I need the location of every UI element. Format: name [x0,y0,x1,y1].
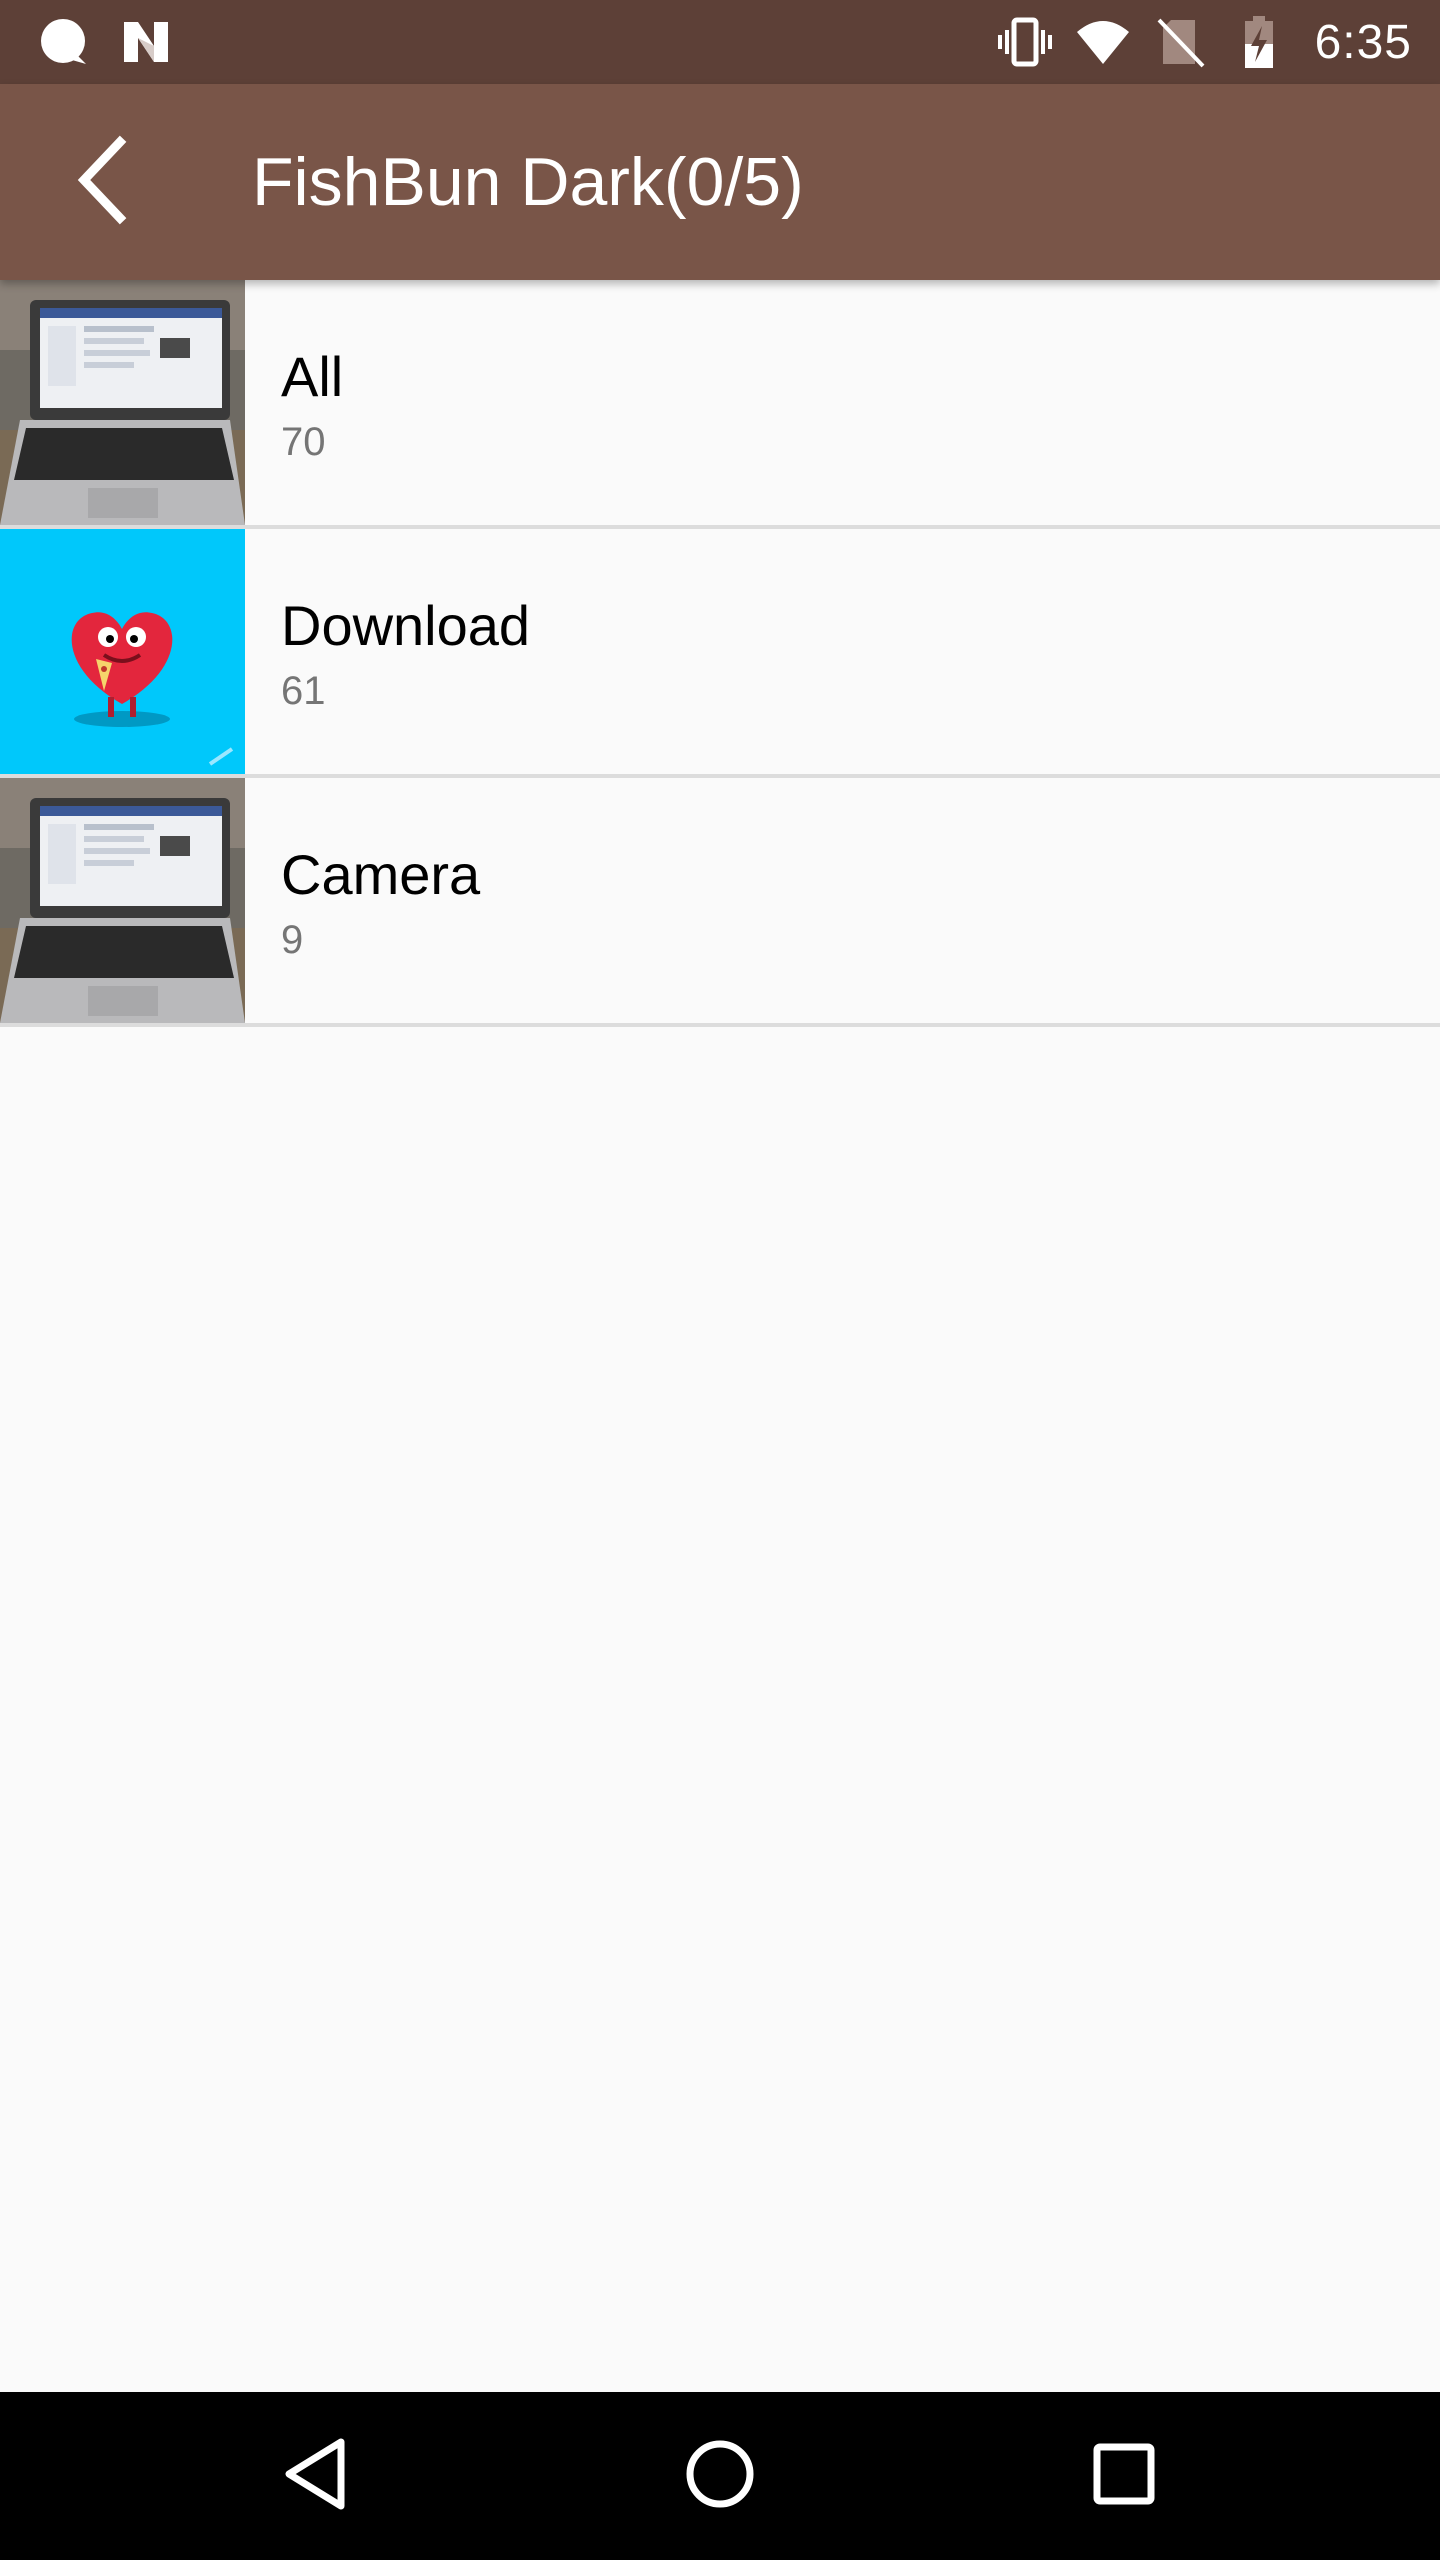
nav-back-button[interactable] [266,2426,366,2526]
album-count: 70 [281,420,326,464]
navigation-bar [0,2392,1440,2560]
album-item-all[interactable]: All 70 [0,280,1440,529]
album-thumbnail-laptop [0,778,245,1023]
home-circle-icon [684,2438,756,2515]
back-button[interactable] [56,134,152,230]
nav-home-button[interactable] [670,2426,770,2526]
album-item-camera[interactable]: Camera 9 [0,778,1440,1027]
recents-square-icon [1092,2442,1156,2511]
album-item-download[interactable]: Download 61 [0,529,1440,778]
vibrate-icon [997,14,1053,70]
chat-bubble-icon [36,14,92,70]
status-bar: 6:35 [0,0,1440,84]
arrow-back-icon [72,132,136,233]
album-name: Camera [281,843,481,906]
toolbar: FishBun Dark(0/5) [0,84,1440,280]
status-time: 6:35 [1314,15,1412,69]
n-logo-icon [118,14,174,70]
album-count: 61 [281,669,326,713]
album-name: All [281,345,344,408]
back-triangle-icon [281,2436,351,2517]
status-bar-left [36,14,174,70]
wifi-icon [1075,14,1131,70]
album-count: 9 [281,918,304,962]
status-bar-right: 6:35 [997,14,1412,70]
album-thumbnail-heart-pizza [0,529,245,774]
no-sim-icon [1153,14,1209,70]
nav-recents-button[interactable] [1074,2426,1174,2526]
battery-charging-icon [1231,14,1287,70]
album-list: All 70 Download 61 Camera 9 [0,280,1440,1027]
album-thumbnail-laptop [0,280,245,525]
album-name: Download [281,594,531,657]
page-title: FishBun Dark(0/5) [252,144,804,220]
